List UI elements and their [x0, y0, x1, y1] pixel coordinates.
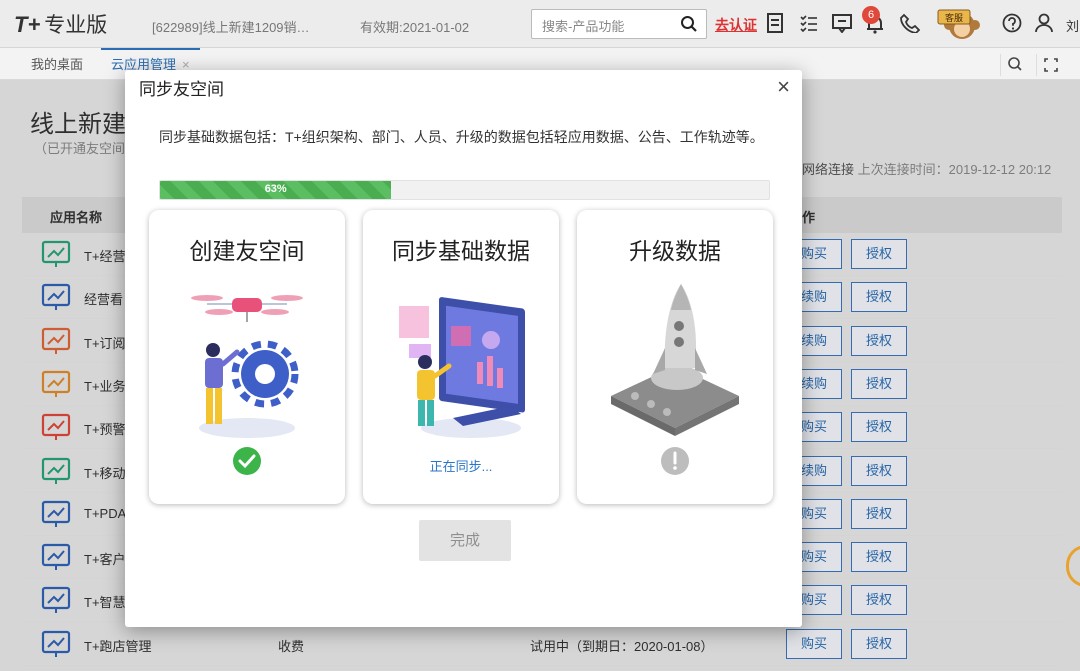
username[interactable]: 刘: [1066, 16, 1079, 35]
document-icon[interactable]: [766, 13, 784, 33]
rocket-launch-illustration: [611, 284, 739, 436]
app-logo[interactable]: T+ 专业版: [14, 9, 107, 39]
search-input[interactable]: 搜索-产品功能: [531, 9, 707, 39]
sync-status-text: 正在同步...: [429, 459, 493, 474]
step-card-upgrade-data: 升级数据: [577, 210, 773, 504]
drone-gear-illustration: [191, 295, 303, 438]
data-dashboard-illustration: [399, 297, 525, 438]
dialog-title: 同步友空间: [139, 80, 224, 99]
step-card-create-space: 创建友空间: [149, 210, 345, 504]
step-title: 升级数据: [629, 238, 721, 264]
checklist-icon[interactable]: [799, 13, 819, 33]
logo-mark: T+: [14, 12, 41, 37]
fullscreen-icon[interactable]: [1036, 54, 1064, 76]
tab-search-icon[interactable]: [1000, 54, 1028, 76]
step-title: 同步基础数据: [392, 238, 530, 264]
search-icon[interactable]: [680, 15, 698, 33]
done-button[interactable]: 完成: [419, 520, 511, 561]
sync-dialog: 同步友空间 × 同步基础数据包括：T+组织架构、部门、人员、升级的数据包括轻应用…: [125, 70, 802, 627]
certify-link[interactable]: 去认证: [715, 15, 757, 35]
step-title: 创建友空间: [189, 238, 305, 264]
search-placeholder: 搜索-产品功能: [542, 19, 625, 34]
user-icon[interactable]: [1035, 13, 1053, 33]
kefu-label: 客服: [945, 12, 963, 24]
step-card-sync-basic-data: 同步基础数据 正在同步...: [363, 210, 559, 504]
top-bar: T+ 专业版 [622989]线上新建1209销… 有效期:2021-01-02 …: [0, 0, 1080, 48]
warning-circle-icon: [661, 447, 689, 475]
account-name[interactable]: [622989]线上新建1209销…: [152, 17, 310, 36]
message-icon[interactable]: [832, 13, 852, 33]
phone-icon[interactable]: [900, 13, 920, 33]
progress-label: 63%: [264, 183, 287, 195]
customer-service-mascot-icon[interactable]: 客服: [932, 6, 988, 40]
check-circle-icon: [233, 447, 261, 475]
close-icon[interactable]: ×: [777, 74, 790, 100]
tab-my-desktop[interactable]: 我的桌面: [31, 48, 83, 80]
sync-progress-bar: 63%: [159, 180, 770, 200]
logo-name: 专业版: [44, 14, 108, 37]
expiry-date: 有效期:2021-01-02: [360, 20, 470, 35]
dialog-description: 同步基础数据包括：T+组织架构、部门、人员、升级的数据包括轻应用数据、公告、工作…: [159, 129, 764, 145]
notification-badge: 6: [862, 6, 880, 24]
help-icon[interactable]: [1002, 13, 1022, 33]
